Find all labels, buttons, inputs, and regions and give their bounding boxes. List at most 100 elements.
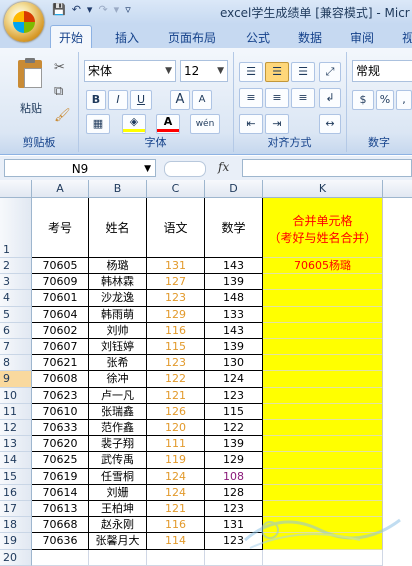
row-header-11[interactable]: 11 bbox=[0, 403, 32, 420]
cell-a[interactable]: 70609 bbox=[32, 274, 89, 291]
cell-b[interactable]: 刘帅 bbox=[89, 322, 147, 339]
cell-b[interactable]: 沙龙逸 bbox=[89, 290, 147, 307]
cell-a[interactable]: 70623 bbox=[32, 387, 89, 404]
cell-k[interactable] bbox=[263, 322, 383, 339]
cell-k[interactable]: 70605杨璐 bbox=[263, 258, 383, 275]
cell-b[interactable]: 赵永刚 bbox=[89, 517, 147, 534]
number-format-combo[interactable]: 常规 bbox=[352, 60, 412, 82]
cell-c[interactable]: 124 bbox=[147, 468, 205, 485]
percent-button[interactable]: % bbox=[376, 90, 394, 110]
tab-view[interactable]: 视 bbox=[402, 29, 412, 46]
cell-c[interactable]: 114 bbox=[147, 533, 205, 550]
cell-a[interactable]: 70608 bbox=[32, 371, 89, 388]
font-size-combo[interactable]: 12 ▼ bbox=[180, 60, 228, 82]
column-header-extra[interactable] bbox=[383, 180, 412, 198]
row-header-15[interactable]: 15 bbox=[0, 468, 32, 485]
cell-b[interactable]: 韩林霖 bbox=[89, 274, 147, 291]
cell-a[interactable]: 70613 bbox=[32, 501, 89, 518]
cell-d[interactable]: 130 bbox=[205, 355, 263, 372]
cell-a[interactable]: 70610 bbox=[32, 403, 89, 420]
cell-k[interactable] bbox=[263, 403, 383, 420]
select-all-corner[interactable] bbox=[0, 180, 32, 198]
cell-c[interactable]: 121 bbox=[147, 501, 205, 518]
cell-b[interactable]: 张希 bbox=[89, 355, 147, 372]
save-icon[interactable]: 💾 bbox=[52, 3, 66, 16]
cell-d[interactable]: 115 bbox=[205, 403, 263, 420]
align-middle-icon[interactable]: ☰ bbox=[265, 62, 289, 82]
align-center-icon[interactable]: ≡ bbox=[265, 88, 289, 108]
cell-k[interactable] bbox=[263, 484, 383, 501]
column-header-k[interactable]: K bbox=[263, 180, 383, 198]
cell-d[interactable]: 148 bbox=[205, 290, 263, 307]
cell-d[interactable]: 143 bbox=[205, 322, 263, 339]
redo-icon[interactable]: ↷ bbox=[98, 3, 107, 16]
align-bottom-icon[interactable]: ☰ bbox=[291, 62, 315, 82]
decrease-indent-icon[interactable]: ⇤ bbox=[239, 114, 263, 134]
cell-c[interactable]: 123 bbox=[147, 355, 205, 372]
cell-b[interactable]: 韩雨萌 bbox=[89, 306, 147, 323]
cell-a[interactable]: 70604 bbox=[32, 306, 89, 323]
cell-d[interactable]: 129 bbox=[205, 452, 263, 469]
cell-c[interactable]: 121 bbox=[147, 387, 205, 404]
underline-button[interactable]: U bbox=[130, 90, 152, 110]
cell-k[interactable] bbox=[263, 468, 383, 485]
cell-a[interactable]: 70636 bbox=[32, 533, 89, 550]
cut-icon[interactable]: ✂ bbox=[54, 60, 65, 75]
cell-a[interactable]: 70601 bbox=[32, 290, 89, 307]
row-header-1[interactable]: 1 bbox=[0, 198, 32, 258]
bold-button[interactable]: B bbox=[86, 90, 106, 110]
cell-c[interactable]: 122 bbox=[147, 371, 205, 388]
cell-c[interactable]: 119 bbox=[147, 452, 205, 469]
header-cell-d[interactable]: 数学 bbox=[205, 198, 263, 258]
phonetic-button[interactable]: wén bbox=[190, 114, 220, 134]
cell-a[interactable]: 70633 bbox=[32, 420, 89, 437]
cell-d[interactable]: 143 bbox=[205, 258, 263, 275]
cell-a[interactable]: 70607 bbox=[32, 339, 89, 356]
cell-c[interactable]: 127 bbox=[147, 274, 205, 291]
cell-k[interactable] bbox=[263, 371, 383, 388]
paste-button[interactable]: 粘贴 bbox=[14, 58, 48, 118]
row-header-19[interactable]: 19 bbox=[0, 533, 32, 550]
format-painter-icon[interactable]: 🖌 bbox=[54, 108, 71, 123]
cell-b[interactable]: 刘姗 bbox=[89, 484, 147, 501]
tab-formulas[interactable]: 公式 bbox=[246, 29, 270, 46]
align-top-icon[interactable]: ☰ bbox=[239, 62, 263, 82]
cell-empty-a[interactable] bbox=[32, 549, 89, 566]
formula-bar-splitter-icon[interactable] bbox=[164, 161, 206, 177]
column-header-c[interactable]: C bbox=[147, 180, 205, 198]
row-header-18[interactable]: 18 bbox=[0, 517, 32, 534]
align-right-icon[interactable]: ≡ bbox=[291, 88, 315, 108]
cell-k[interactable] bbox=[263, 306, 383, 323]
cell-b[interactable]: 张瑞鑫 bbox=[89, 403, 147, 420]
row-header-20[interactable]: 20 bbox=[0, 549, 32, 566]
font-color-button[interactable]: A bbox=[156, 114, 180, 134]
cell-d[interactable]: 122 bbox=[205, 420, 263, 437]
column-header-b[interactable]: B bbox=[89, 180, 147, 198]
undo-dropdown-icon[interactable]: ▾ bbox=[87, 3, 93, 16]
merge-center-icon[interactable]: ↔ bbox=[319, 114, 341, 134]
cell-c[interactable]: 131 bbox=[147, 258, 205, 275]
header-cell-a[interactable]: 考号 bbox=[32, 198, 89, 258]
cell-d[interactable]: 108 bbox=[205, 468, 263, 485]
cell-k[interactable] bbox=[263, 387, 383, 404]
header-cell-k[interactable]: 合并单元格 （考好与姓名合并） bbox=[263, 198, 383, 258]
cell-d[interactable]: 139 bbox=[205, 274, 263, 291]
italic-button[interactable]: I bbox=[108, 90, 128, 110]
cell-a[interactable]: 70668 bbox=[32, 517, 89, 534]
cell-k[interactable] bbox=[263, 274, 383, 291]
redo-dropdown-icon[interactable]: ▾ bbox=[114, 3, 120, 16]
cell-k[interactable] bbox=[263, 420, 383, 437]
cell-b[interactable]: 刘钰婷 bbox=[89, 339, 147, 356]
borders-icon[interactable]: ▦ bbox=[86, 114, 110, 134]
cell-b[interactable]: 裴子翔 bbox=[89, 436, 147, 453]
align-left-icon[interactable]: ≡ bbox=[239, 88, 263, 108]
currency-button[interactable]: $ bbox=[352, 90, 374, 110]
row-header-14[interactable]: 14 bbox=[0, 452, 32, 469]
cell-d[interactable]: 128 bbox=[205, 484, 263, 501]
customize-qat-icon[interactable]: ▿ bbox=[125, 3, 131, 16]
cell-c[interactable]: 124 bbox=[147, 484, 205, 501]
cell-k[interactable] bbox=[263, 452, 383, 469]
increase-indent-icon[interactable]: ⇥ bbox=[265, 114, 289, 134]
cell-c[interactable]: 129 bbox=[147, 306, 205, 323]
copy-icon[interactable]: ⧉ bbox=[54, 84, 63, 99]
